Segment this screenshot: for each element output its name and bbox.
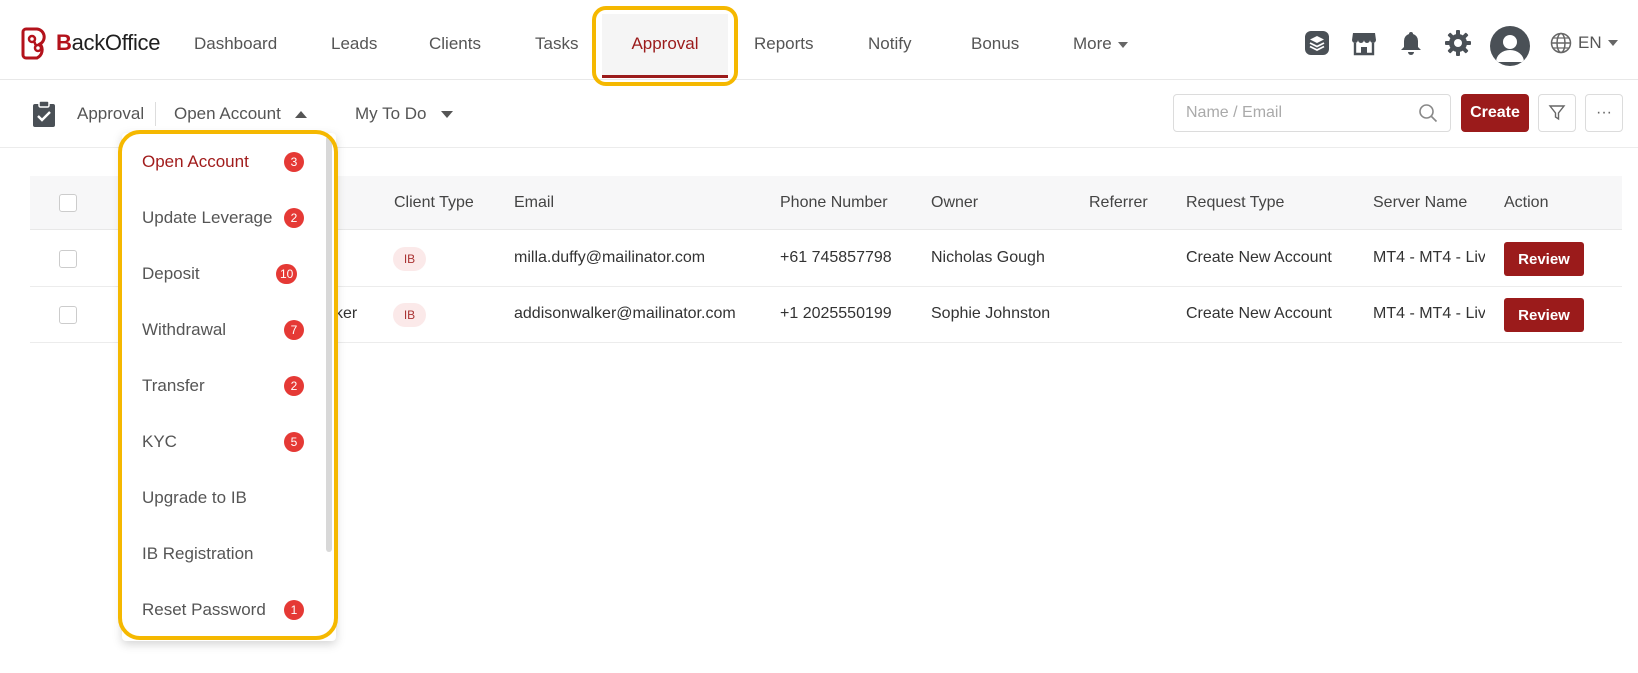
menu-item-withdrawal[interactable]: Withdrawal 7: [122, 308, 322, 352]
more-options-button[interactable]: ···: [1585, 94, 1623, 132]
user-icon: [1496, 35, 1524, 62]
nav-tasks[interactable]: Tasks: [535, 34, 578, 54]
nav-bonus[interactable]: Bonus: [971, 34, 1019, 54]
menu-item-deposit[interactable]: Deposit 10: [122, 252, 322, 296]
menu-item-ib-registration[interactable]: IB Registration: [122, 532, 322, 576]
layers-icon[interactable]: [1304, 30, 1330, 56]
menu-item-label: IB Registration: [142, 544, 254, 563]
page-title: Approval: [77, 104, 145, 123]
client-type-badge: IB: [393, 303, 426, 327]
menu-item-reset-password[interactable]: Reset Password 1: [122, 588, 322, 632]
chevron-down-icon: [1117, 41, 1128, 48]
scrollbar[interactable]: [326, 136, 332, 552]
review-button[interactable]: Review: [1504, 298, 1584, 332]
filter-icon: [1548, 105, 1566, 121]
create-button[interactable]: Create: [1461, 94, 1529, 132]
language-selector[interactable]: EN: [1550, 32, 1618, 54]
filter-dropdown[interactable]: My To Do: [355, 104, 453, 124]
client-type-badge: IB: [393, 247, 426, 271]
menu-item-update-leverage[interactable]: Update Leverage 2: [122, 196, 322, 240]
phone-cell: +61 745857798: [780, 249, 892, 266]
owner-cell: Sophie Johnston: [931, 305, 1051, 322]
count-badge: 5: [284, 432, 304, 452]
divider: [155, 102, 156, 126]
globe-icon: [1550, 32, 1572, 54]
nav-approval-highlight: [592, 6, 738, 86]
menu-item-upgrade-to-ib[interactable]: Upgrade to IB: [122, 476, 322, 520]
nav-more-label: More: [1073, 34, 1112, 53]
menu-item-label: Update Leverage: [142, 208, 273, 227]
count-badge: 3: [284, 152, 304, 172]
menu-item-open-account[interactable]: Open Account 3: [122, 140, 322, 184]
chevron-down-icon: [1607, 40, 1618, 46]
count-badge: 2: [284, 376, 304, 396]
count-badge: 2: [284, 208, 304, 228]
email-cell: milla.duffy@mailinator.com: [514, 249, 706, 266]
language-label: EN: [1578, 33, 1602, 52]
filter-button[interactable]: [1538, 94, 1576, 132]
review-button[interactable]: Review: [1504, 242, 1584, 276]
store-icon[interactable]: [1351, 30, 1377, 56]
nav-more[interactable]: More: [1073, 34, 1128, 54]
phone-cell: +1 2025550199: [780, 305, 892, 322]
category-dropdown-label: Open Account: [174, 104, 281, 123]
column-header[interactable]: Server Name: [1373, 194, 1467, 212]
category-dropdown[interactable]: Open Account: [174, 104, 307, 124]
nav-leads[interactable]: Leads: [331, 34, 377, 54]
nav-reports[interactable]: Reports: [754, 34, 814, 54]
column-header[interactable]: Email: [514, 194, 554, 212]
logo-icon: [21, 27, 46, 60]
request-type-cell: Create New Account: [1186, 305, 1332, 322]
menu-item-label: Transfer: [142, 376, 205, 395]
menu-item-label: Reset Password: [142, 600, 266, 619]
count-badge: 10: [276, 264, 298, 284]
server-name-cell: MT4 - MT4 - Liv: [1373, 249, 1485, 266]
nav-dashboard[interactable]: Dashboard: [194, 34, 277, 54]
row-checkbox[interactable]: [59, 306, 77, 324]
email-cell: addisonwalker@mailinator.com: [514, 305, 736, 322]
brand-name: BackOffice: [56, 30, 161, 55]
caret-down-icon: [440, 110, 453, 118]
menu-item-kyc[interactable]: KYC 5: [122, 420, 322, 464]
nav-clients[interactable]: Clients: [429, 34, 481, 54]
brand-logo[interactable]: BackOffice: [20, 26, 161, 60]
caret-up-icon: [294, 110, 307, 118]
filter-dropdown-label: My To Do: [355, 104, 427, 123]
menu-item-label: Open Account: [142, 152, 249, 171]
count-badge: 7: [284, 320, 304, 340]
owner-cell: Nicholas Gough: [931, 249, 1045, 266]
column-header: Action: [1504, 194, 1549, 211]
nav-notify[interactable]: Notify: [868, 34, 911, 54]
column-header[interactable]: Referrer: [1089, 194, 1148, 212]
menu-item-label: Withdrawal: [142, 320, 227, 339]
request-type-cell: Create New Account: [1186, 249, 1332, 266]
search-box: [1173, 94, 1451, 132]
more-options-label: ···: [1596, 104, 1612, 121]
server-name-cell: MT4 - MT4 - Liv: [1373, 305, 1485, 322]
search-icon[interactable]: [1418, 103, 1438, 123]
row-checkbox[interactable]: [59, 250, 77, 268]
name-cell: ker: [335, 305, 358, 322]
menu-item-label: KYC: [142, 432, 177, 451]
search-input[interactable]: [1186, 104, 1418, 122]
menu-item-label: Upgrade to IB: [142, 488, 247, 507]
bell-icon[interactable]: [1398, 30, 1424, 56]
column-header[interactable]: Client Type: [394, 194, 474, 212]
column-header[interactable]: Phone Number: [780, 194, 888, 212]
count-badge: 1: [284, 600, 304, 620]
gear-icon[interactable]: [1445, 30, 1471, 56]
menu-item-transfer[interactable]: Transfer 2: [122, 364, 322, 408]
menu-item-label: Deposit: [142, 264, 200, 283]
column-header[interactable]: Request Type: [1186, 194, 1284, 212]
column-header[interactable]: Owner: [931, 194, 978, 212]
select-all-checkbox[interactable]: [59, 194, 77, 212]
clipboard-check-icon: [33, 100, 55, 127]
avatar[interactable]: [1490, 26, 1530, 66]
